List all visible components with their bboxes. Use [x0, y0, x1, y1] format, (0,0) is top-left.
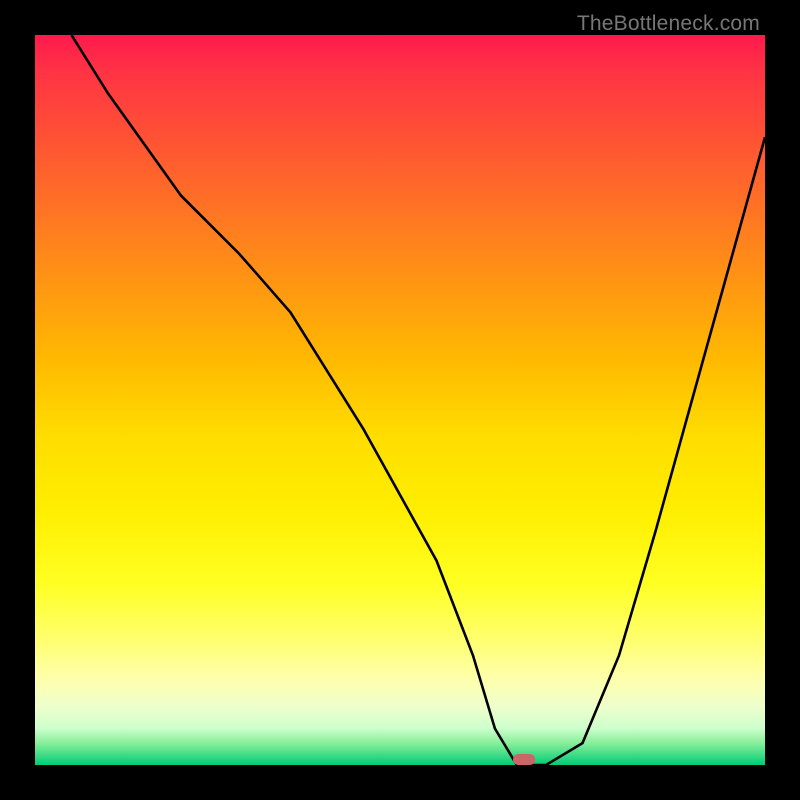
watermark-text: TheBottleneck.com	[577, 12, 760, 36]
plot-area	[35, 35, 765, 765]
optimal-marker	[513, 754, 535, 765]
curve-svg	[35, 35, 765, 765]
bottleneck-curve-path	[72, 35, 766, 765]
chart-container: TheBottleneck.com	[0, 0, 800, 800]
